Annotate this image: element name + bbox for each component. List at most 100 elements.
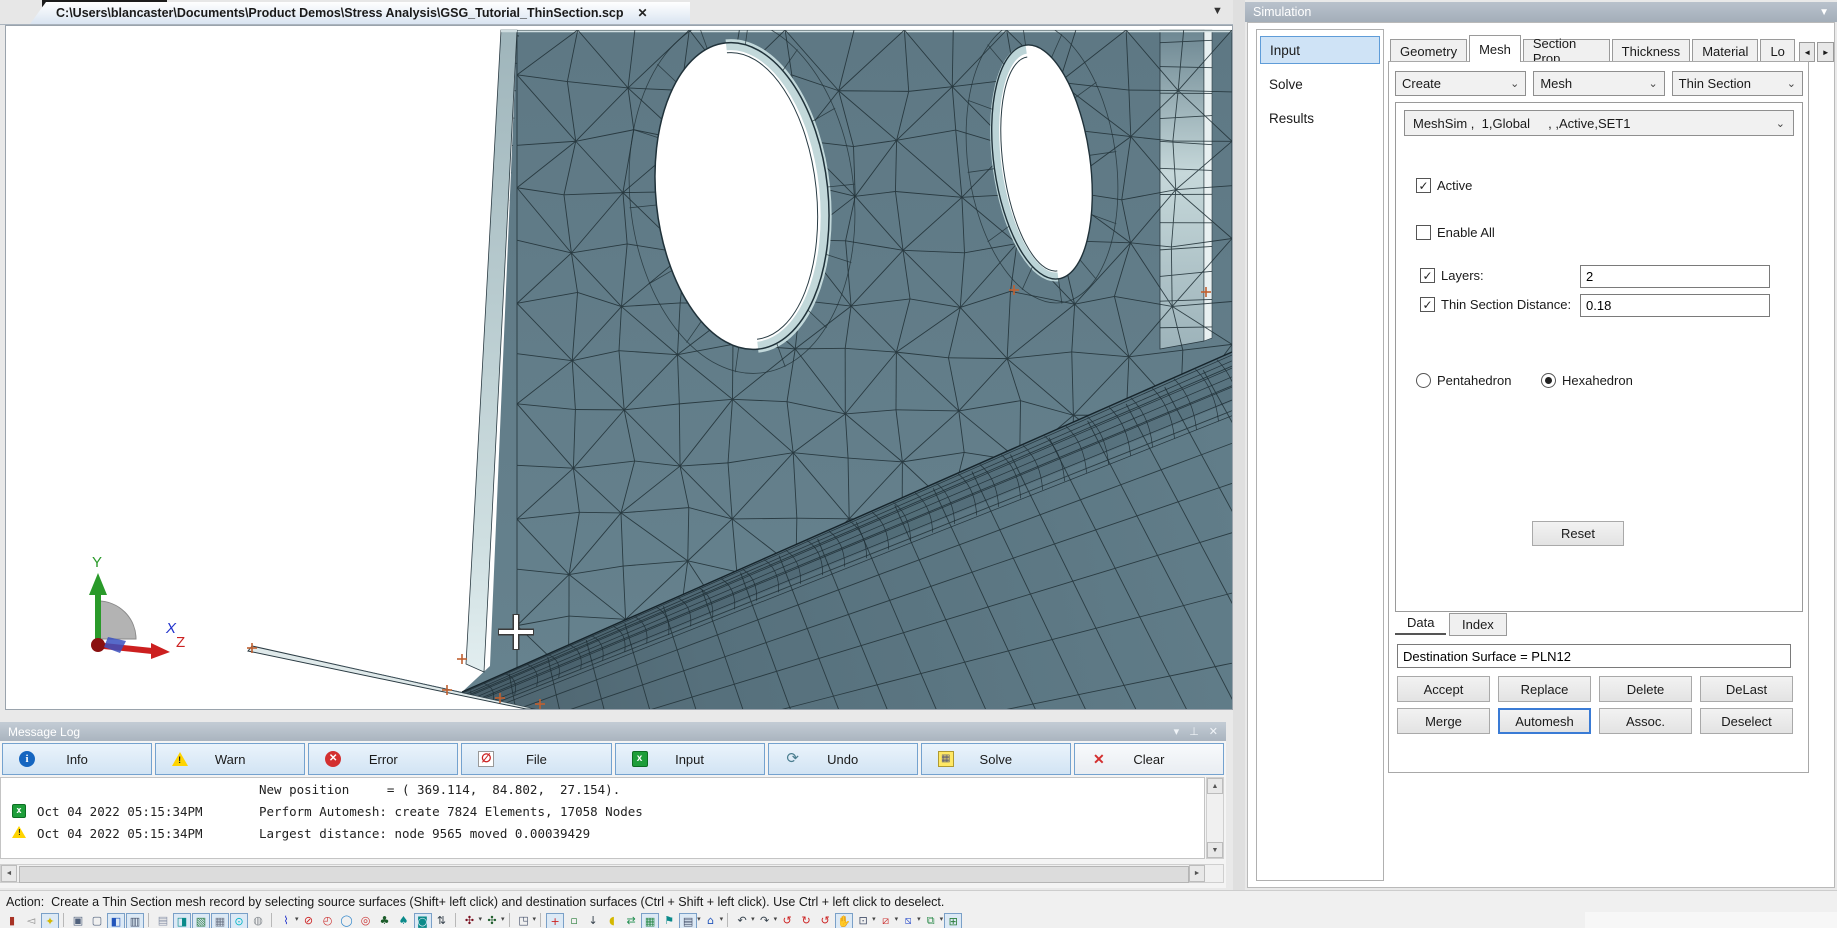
tool-small-square-icon[interactable]: ▫: [565, 913, 583, 928]
chevron-down-icon[interactable]: ▾: [697, 915, 701, 923]
chevron-down-icon[interactable]: ▾: [940, 915, 944, 923]
tool-rotate-ccw-icon[interactable]: ↺: [778, 913, 796, 928]
tool-doc-gray-icon[interactable]: ▦: [211, 913, 229, 928]
reset-button[interactable]: Reset: [1532, 521, 1624, 546]
chevron-down-icon[interactable]: ▾: [533, 915, 537, 923]
tool-mesh-region-icon[interactable]: ◙: [414, 913, 432, 928]
tool-doc-small-icon[interactable]: ▤: [154, 913, 172, 928]
tool-sphere-icon[interactable]: ◍: [249, 913, 267, 928]
solve-button[interactable]: ▦Solve: [921, 743, 1071, 775]
tool-circle-target-icon[interactable]: ◎: [357, 913, 375, 928]
tool-flag-teal-icon[interactable]: ⚑: [660, 913, 678, 928]
chevron-down-icon[interactable]: ▾: [872, 915, 876, 923]
enable-all-checkbox[interactable]: [1416, 225, 1431, 240]
chevron-down-icon[interactable]: ▾: [501, 915, 505, 923]
close-icon[interactable]: ✕: [638, 6, 648, 20]
assoc-button[interactable]: Assoc.: [1599, 708, 1692, 734]
tool-display-box-icon[interactable]: ◳: [515, 913, 533, 928]
tool-mesh-seed-dark-icon[interactable]: ✣: [461, 913, 479, 928]
tool-lamp-icon[interactable]: ◖: [603, 913, 621, 928]
stage-item-solve[interactable]: Solve: [1260, 70, 1380, 98]
chevron-down-icon[interactable]: ▾: [720, 915, 724, 923]
accept-button[interactable]: Accept: [1397, 676, 1490, 702]
tool-mesh-seed-green-icon[interactable]: ✣: [483, 913, 501, 928]
tool-grid-frame-icon[interactable]: ▦: [641, 913, 659, 928]
tool-table-icon[interactable]: ▤: [679, 913, 697, 928]
tab-mesh[interactable]: Mesh: [1469, 35, 1521, 62]
thin-section-distance-checkbox[interactable]: ✓: [1420, 297, 1435, 312]
tab-list-caret-icon[interactable]: ▼: [1212, 5, 1223, 17]
pentahedron-radio[interactable]: [1416, 373, 1431, 388]
scroll-right-icon[interactable]: ►: [1189, 865, 1205, 882]
message-log-header[interactable]: Message Log ▾ ⊥ ✕: [0, 722, 1226, 741]
replace-button[interactable]: Replace: [1498, 676, 1591, 702]
delete-button[interactable]: Delete: [1599, 676, 1692, 702]
undo-button[interactable]: ⟳Undo: [768, 743, 918, 775]
index-tab[interactable]: Index: [1449, 613, 1507, 636]
tool-hatch-green-icon[interactable]: ⧉: [922, 913, 940, 928]
tool-node-teal-icon[interactable]: ♠: [395, 913, 413, 928]
chevron-down-icon[interactable]: ▾: [895, 915, 899, 923]
tool-measure-icon[interactable]: ⌇: [277, 913, 295, 928]
tool-circle-outline-icon[interactable]: ◯: [338, 913, 356, 928]
layers-input[interactable]: [1580, 265, 1770, 288]
pin-icon[interactable]: ⊥: [1189, 725, 1199, 738]
tool-redo-icon[interactable]: ↷: [756, 913, 774, 928]
tool-window-copy-icon[interactable]: ▢: [88, 913, 106, 928]
tool-frame-plus-icon[interactable]: ⊞: [944, 913, 962, 928]
chevron-down-icon[interactable]: ▾: [479, 915, 483, 923]
tool-pointer-icon[interactable]: ◅: [22, 913, 40, 928]
scrollbar-thumb[interactable]: [19, 866, 1189, 883]
tool-prohibit-icon[interactable]: ⊘: [300, 913, 318, 928]
file-button[interactable]: ∅File: [461, 743, 611, 775]
log-horizontal-scrollbar[interactable]: ◄ ►: [0, 864, 1224, 883]
thin-section-distance-input[interactable]: [1580, 294, 1770, 317]
collapse-icon[interactable]: ▾: [1174, 725, 1180, 738]
action-dropdown[interactable]: Create⌄: [1395, 71, 1526, 96]
tool-select-marker-icon[interactable]: ▮: [3, 913, 21, 928]
tool-undo-icon[interactable]: ↶: [733, 913, 751, 928]
destination-surface-field[interactable]: [1397, 644, 1791, 668]
chevron-down-icon[interactable]: ▾: [295, 915, 299, 923]
tool-panel-frame-icon[interactable]: ▥: [126, 913, 144, 928]
stage-item-input[interactable]: Input: [1260, 36, 1380, 64]
tool-swap-icon[interactable]: ⇄: [622, 913, 640, 928]
panel-caret-icon[interactable]: ▼: [1819, 7, 1829, 18]
method-dropdown[interactable]: Thin Section⌄: [1672, 71, 1803, 96]
tool-doc-green-icon[interactable]: ▧: [192, 913, 210, 928]
message-log-list[interactable]: New position = ( 369.114, 84.802, 27.154…: [0, 777, 1205, 859]
tab-scroll-left-icon[interactable]: ◄: [1799, 42, 1816, 62]
tool-node-tree-icon[interactable]: ♣: [376, 913, 394, 928]
mesh-record-dropdown[interactable]: MeshSim , 1,Global , ,Active,SET1⌄: [1404, 110, 1794, 136]
entity-dropdown[interactable]: Mesh⌄: [1533, 71, 1664, 96]
scroll-up-icon[interactable]: ▲: [1207, 778, 1223, 794]
chevron-down-icon[interactable]: ▾: [917, 915, 921, 923]
tool-home-section-icon[interactable]: ⌂: [702, 913, 720, 928]
chevron-down-icon[interactable]: ▾: [751, 915, 755, 923]
tab-material[interactable]: Material: [1692, 39, 1758, 62]
log-vertical-scrollbar[interactable]: ▲ ▼: [1206, 777, 1224, 859]
input-button[interactable]: xInput: [615, 743, 765, 775]
document-tab[interactable]: C:\Users\blancaster\Documents\Product De…: [30, 2, 690, 24]
tool-hand-icon[interactable]: ✋: [835, 913, 853, 928]
error-filter-button[interactable]: ✕Error: [308, 743, 458, 775]
layers-checkbox[interactable]: ✓: [1420, 268, 1435, 283]
delast-button[interactable]: DeLast: [1700, 676, 1793, 702]
automesh-button[interactable]: Automesh: [1498, 708, 1591, 734]
clear-button[interactable]: ✕Clear: [1074, 743, 1224, 775]
hexahedron-radio[interactable]: [1541, 373, 1556, 388]
tab-scroll-right-icon[interactable]: ►: [1817, 42, 1834, 62]
tool-drop-arrow-icon[interactable]: ↓: [584, 913, 602, 928]
tab-thickness[interactable]: Thickness: [1612, 39, 1691, 62]
tool-ellipse-teal-icon[interactable]: ⊙: [230, 913, 248, 928]
chevron-down-icon[interactable]: ▾: [774, 915, 778, 923]
tool-rotate-cw-icon[interactable]: ↻: [797, 913, 815, 928]
tool-hatch-red-icon[interactable]: ⧄: [877, 913, 895, 928]
tool-panel-blue-icon[interactable]: ◧: [107, 913, 125, 928]
tool-refine-icon[interactable]: ⇅: [433, 913, 451, 928]
deselect-button[interactable]: Deselect: [1700, 708, 1793, 734]
tab-section-prop[interactable]: Section Prop.: [1523, 39, 1610, 62]
tool-circle-sector-icon[interactable]: ◴: [319, 913, 337, 928]
simulation-panel-header[interactable]: Simulation ▼: [1245, 2, 1837, 22]
tab-geometry[interactable]: Geometry: [1390, 39, 1467, 62]
